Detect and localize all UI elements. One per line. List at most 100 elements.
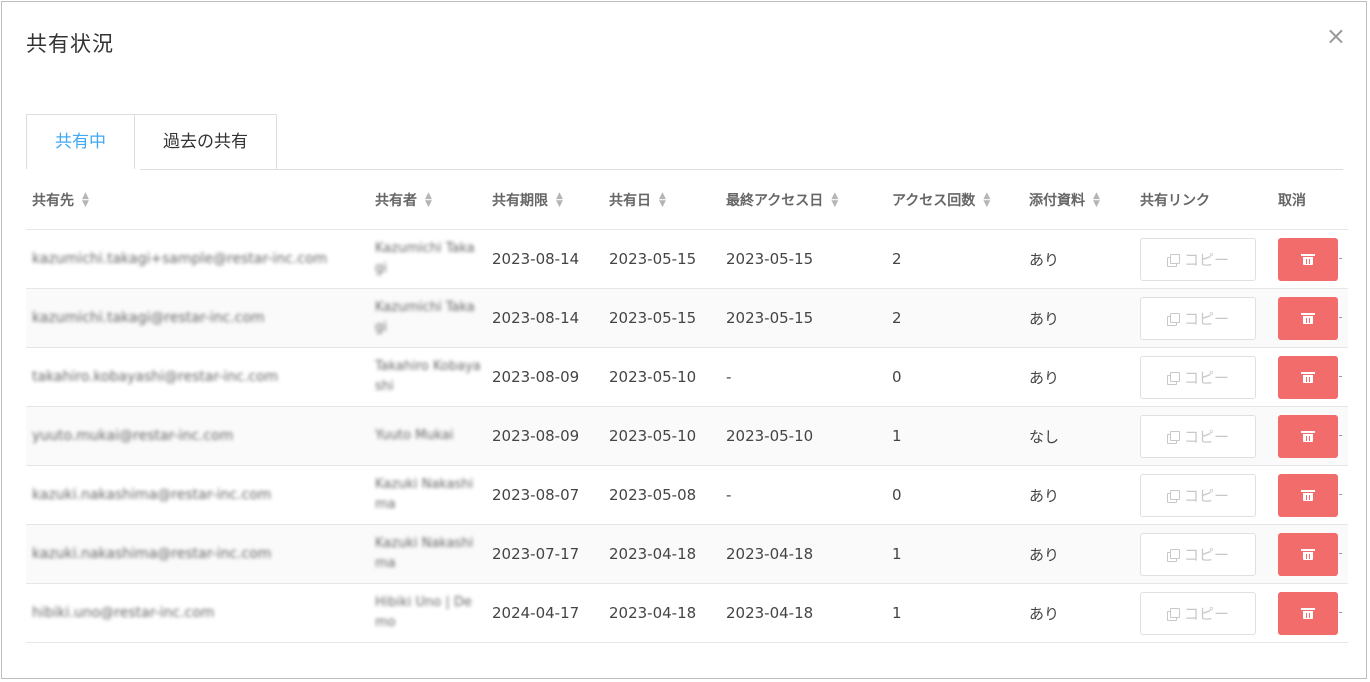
revoke-share-button[interactable] — [1278, 296, 1342, 340]
header-attachment[interactable]: 添付資料 ▲ ▼ — [1023, 190, 1140, 210]
revoke-share-button[interactable] — [1278, 355, 1342, 399]
shared-date-cell: 2023-04-18 — [609, 545, 697, 563]
cancel-cell — [1278, 473, 1348, 517]
copy-link-button[interactable]: コピー — [1140, 473, 1256, 517]
header-last-access[interactable]: 最終アクセス日 ▲ ▼ — [720, 190, 886, 210]
expiry-cell: 2023-08-14 — [492, 309, 580, 327]
trash-icon — [1301, 548, 1315, 560]
link-cell: コピー — [1140, 414, 1278, 458]
close-icon[interactable]: × — [1326, 24, 1346, 48]
shared-date-cell: 2023-05-08 — [609, 486, 697, 504]
sort-icon[interactable]: ▲ ▼ — [659, 191, 666, 208]
header-expiry-label: 共有期限 — [492, 192, 548, 209]
sharer-cell: Kazuki Nakashima — [375, 536, 474, 571]
revoke-share-button[interactable] — [1278, 237, 1342, 281]
link-cell: コピー — [1140, 355, 1278, 399]
sort-icon[interactable]: ▲ ▼ — [556, 191, 563, 208]
attachment-cell: あり — [1029, 368, 1060, 387]
header-access-count[interactable]: アクセス回数 ▲ ▼ — [886, 190, 1023, 210]
trash-icon — [1301, 371, 1315, 383]
expiry-cell: 2023-08-14 — [492, 250, 580, 268]
access-count-cell: 1 — [892, 604, 902, 622]
revoke-share-button[interactable] — [1278, 532, 1342, 576]
table-row: kazumichi.takagi@restar-inc.com Kazumich… — [26, 289, 1348, 348]
copy-link-button[interactable]: コピー — [1140, 237, 1256, 281]
sort-icon[interactable]: ▲ ▼ — [425, 191, 432, 208]
access-count-cell: 2 — [892, 309, 902, 327]
copy-link-button[interactable]: コピー — [1140, 532, 1256, 576]
trash-icon — [1301, 430, 1315, 442]
revoke-share-button[interactable] — [1278, 591, 1342, 635]
copy-label: コピー — [1183, 604, 1229, 623]
header-cancel: 取消 — [1278, 190, 1348, 210]
header-attachment-label: 添付資料 — [1029, 192, 1085, 209]
trash-icon — [1301, 489, 1315, 501]
sharer-cell: Kazuki Nakashima — [375, 477, 474, 512]
email-cell: takahiro.kobayashi@restar-inc.com — [32, 369, 279, 385]
last-access-cell: 2023-05-15 — [726, 250, 814, 268]
expiry-cell: 2023-08-07 — [492, 486, 580, 504]
table-row: yuuto.mukai@restar-inc.com Yuuto Mukai 2… — [26, 407, 1348, 466]
last-access-cell: - — [726, 486, 732, 504]
expiry-cell: 2023-08-09 — [492, 427, 580, 445]
tab-past-shares[interactable]: 過去の共有 — [135, 114, 277, 169]
copy-icon — [1166, 371, 1180, 385]
revoke-share-button[interactable] — [1278, 473, 1342, 517]
copy-icon — [1166, 430, 1180, 444]
sort-icon[interactable]: ▲ ▼ — [82, 191, 89, 208]
attachment-cell: なし — [1029, 427, 1060, 446]
copy-link-button[interactable]: コピー — [1140, 296, 1256, 340]
sort-icon[interactable]: ▲ ▼ — [983, 191, 990, 208]
copy-label: コピー — [1183, 309, 1229, 328]
share-status-dialog: 共有状況 × 共有中 過去の共有 共有先 ▲ ▼ 共有者 ▲ ▼ 共有期限 ▲ ▼ 共… — [1, 1, 1367, 679]
attachment-cell: あり — [1029, 486, 1060, 505]
shared-date-cell: 2023-04-18 — [609, 604, 697, 622]
header-sharer-label: 共有者 — [375, 192, 417, 209]
header-email[interactable]: 共有先 ▲ ▼ — [26, 190, 369, 210]
sharer-cell: Yuuto Mukai — [375, 428, 454, 443]
copy-icon — [1166, 489, 1180, 503]
copy-link-button[interactable]: コピー — [1140, 591, 1256, 635]
copy-link-button[interactable]: コピー — [1140, 355, 1256, 399]
copy-label: コピー — [1183, 368, 1229, 387]
trash-icon — [1301, 253, 1315, 265]
copy-label: コピー — [1183, 427, 1229, 446]
cancel-cell — [1278, 532, 1348, 576]
copy-link-button[interactable]: コピー — [1140, 414, 1256, 458]
tab-active-shares[interactable]: 共有中 — [26, 114, 135, 169]
attachment-cell: あり — [1029, 545, 1060, 564]
sort-icon[interactable]: ▲ ▼ — [831, 191, 838, 208]
email-cell: kazuki.nakashima@restar-inc.com — [32, 546, 272, 562]
tab-bar: 共有中 過去の共有 — [26, 114, 277, 170]
link-cell: コピー — [1140, 473, 1278, 517]
email-cell: kazumichi.takagi+sample@restar-inc.com — [32, 251, 328, 267]
access-count-cell: 1 — [892, 427, 902, 445]
copy-icon — [1166, 253, 1180, 267]
sharer-cell: Kazumichi Takagi — [375, 300, 475, 335]
expiry-cell: 2023-08-09 — [492, 368, 580, 386]
sharer-cell: Kazumichi Takagi — [375, 241, 475, 276]
email-cell: kazumichi.takagi@restar-inc.com — [32, 310, 265, 326]
attachment-cell: あり — [1029, 250, 1060, 269]
shared-date-cell: 2023-05-10 — [609, 368, 697, 386]
access-count-cell: 0 — [892, 486, 902, 504]
header-expiry[interactable]: 共有期限 ▲ ▼ — [486, 190, 603, 210]
email-cell: hibiki.uno@restar-inc.com — [32, 605, 215, 621]
cancel-cell — [1278, 591, 1348, 635]
expiry-cell: 2023-07-17 — [492, 545, 580, 563]
link-cell: コピー — [1140, 591, 1278, 635]
header-shared-date[interactable]: 共有日 ▲ ▼ — [603, 190, 720, 210]
email-cell: kazuki.nakashima@restar-inc.com — [32, 487, 272, 503]
sort-icon[interactable]: ▲ ▼ — [1093, 191, 1100, 208]
sharer-cell: Hibiki Uno | Demo — [375, 595, 472, 630]
table-header-row: 共有先 ▲ ▼ 共有者 ▲ ▼ 共有期限 ▲ ▼ 共有日 ▲ ▼ 最終アクセス日 ▲ ▼ … — [26, 170, 1348, 230]
header-sharer[interactable]: 共有者 ▲ ▼ — [369, 190, 486, 210]
table-row: takahiro.kobayashi@restar-inc.com Takahi… — [26, 348, 1348, 407]
copy-icon — [1166, 312, 1180, 326]
shared-date-cell: 2023-05-10 — [609, 427, 697, 445]
trash-icon — [1301, 312, 1315, 324]
table-row: kazuki.nakashima@restar-inc.com Kazuki N… — [26, 525, 1348, 584]
link-cell: コピー — [1140, 237, 1278, 281]
revoke-share-button[interactable] — [1278, 414, 1342, 458]
access-count-cell: 0 — [892, 368, 902, 386]
